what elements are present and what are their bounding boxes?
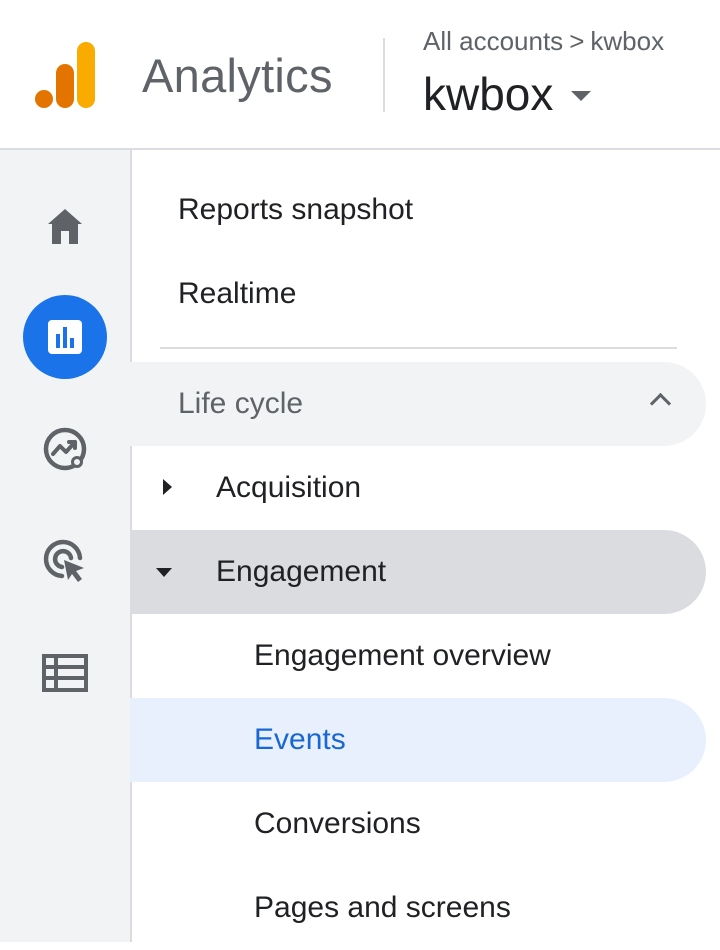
nav-group-acquisition[interactable]: Acquisition	[132, 446, 708, 530]
nav-pages-and-screens[interactable]: Pages and screens	[132, 866, 708, 950]
analytics-logo-icon	[35, 42, 95, 108]
top-app-bar: Analytics All accounts > kwbox kwbox	[0, 0, 720, 150]
nav-reports-snapshot[interactable]: Reports snapshot	[132, 168, 692, 252]
nav-group-label: Engagement	[216, 555, 387, 588]
nav-events[interactable]: Events	[130, 698, 706, 782]
nav-item-label: Pages and screens	[254, 891, 511, 924]
nav-realtime[interactable]: Realtime	[132, 252, 692, 336]
nav-item-label: Reports snapshot	[178, 193, 414, 226]
nav-divider	[160, 347, 677, 349]
home-icon	[48, 209, 82, 244]
nav-item-label: Events	[254, 723, 346, 756]
product-name: Analytics	[142, 49, 333, 102]
nav-group-engagement[interactable]: Engagement	[130, 530, 706, 614]
header-divider	[383, 38, 385, 112]
caret-right-icon	[163, 479, 172, 495]
property-selector[interactable]: kwbox	[423, 66, 592, 122]
breadcrumb: All accounts > kwbox	[423, 25, 664, 57]
reports-button[interactable]	[23, 295, 107, 379]
section-life-cycle[interactable]: Life cycle	[130, 362, 706, 446]
chevron-up-icon	[649, 392, 672, 415]
explore-icon	[43, 427, 87, 471]
nav-item-label: Engagement overview	[254, 639, 551, 672]
nav-engagement-overview[interactable]: Engagement overview	[132, 614, 708, 698]
advertising-icon	[43, 539, 84, 582]
breadcrumb-all-accounts[interactable]: All accounts	[423, 26, 563, 56]
reports-nav-panel: Reports snapshot Realtime Life cycle Acq…	[130, 150, 720, 942]
dropdown-arrow-icon	[571, 91, 592, 101]
navigation-rail	[0, 150, 132, 942]
configure-button[interactable]	[23, 631, 107, 715]
analytics-logo[interactable]	[34, 40, 98, 110]
nav-conversions[interactable]: Conversions	[132, 782, 708, 866]
property-name: kwbox	[423, 68, 554, 120]
explore-button[interactable]	[23, 407, 107, 491]
nav-item-label: Conversions	[254, 807, 421, 840]
reports-icon	[48, 320, 82, 354]
caret-down-icon	[156, 568, 172, 577]
home-button[interactable]	[23, 184, 107, 268]
nav-group-label: Acquisition	[216, 471, 362, 504]
configure-icon	[42, 654, 88, 692]
advertising-button[interactable]	[23, 519, 107, 603]
section-label: Life cycle	[178, 387, 304, 420]
breadcrumb-separator: >	[569, 26, 585, 56]
nav-item-label: Realtime	[178, 277, 297, 310]
breadcrumb-current[interactable]: kwbox	[590, 26, 664, 56]
